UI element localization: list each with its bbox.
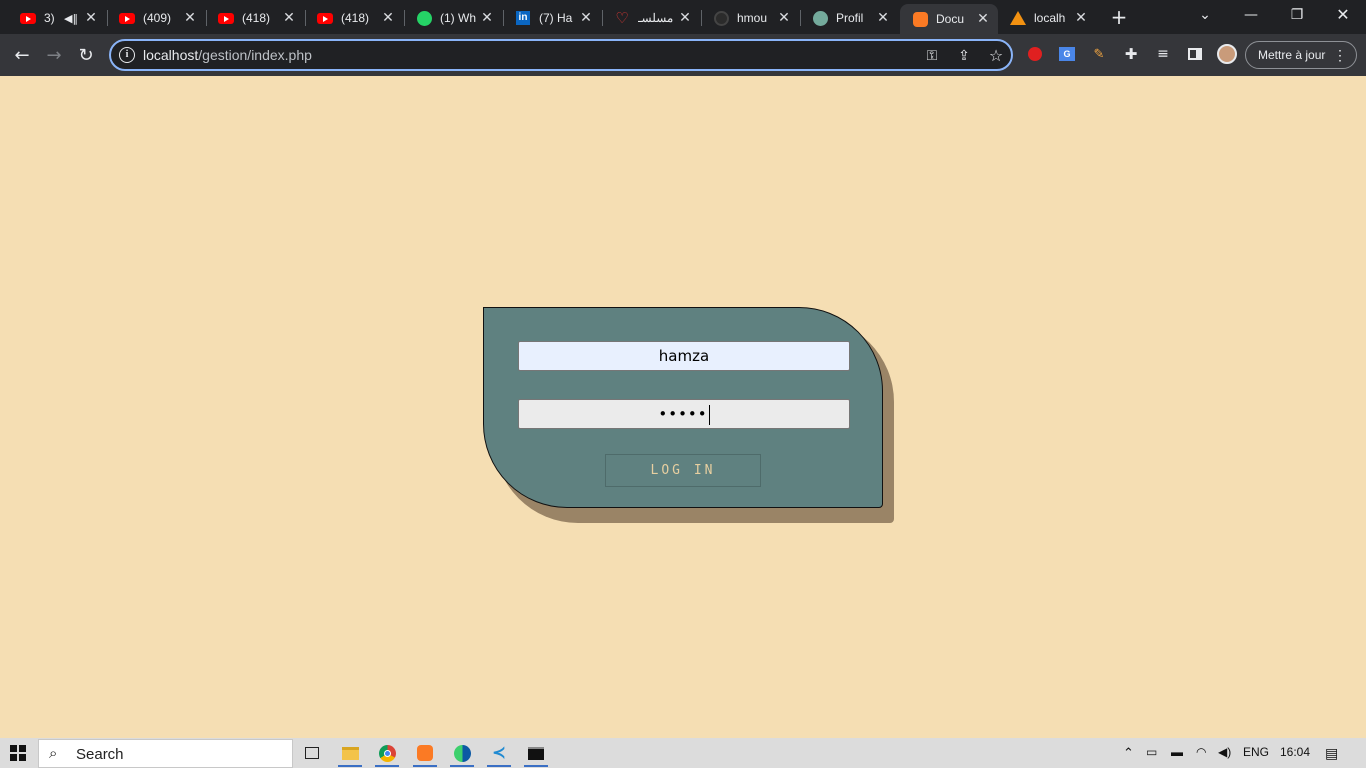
- clock[interactable]: 16:04: [1280, 745, 1310, 759]
- vscode-icon[interactable]: ≺: [489, 743, 509, 763]
- browser-tab[interactable]: (418) ✕: [305, 4, 403, 32]
- file-explorer-icon[interactable]: [340, 743, 360, 763]
- phpmyadmin-icon: [1010, 10, 1026, 26]
- edge-icon[interactable]: [452, 743, 472, 763]
- close-tab-icon[interactable]: ✕: [282, 11, 296, 25]
- youtube-icon: [218, 10, 234, 26]
- meet-icon[interactable]: ▭: [1146, 745, 1157, 759]
- extensions-puzzle-icon[interactable]: ✚: [1121, 44, 1141, 64]
- bookmark-star-icon[interactable]: ☆: [987, 47, 1005, 65]
- taskbar-active-indicator: [450, 765, 474, 767]
- windows-taskbar: ⌕ Search ≺ ⌃ ▭ ▬ ◠ ◀︎) ENG 16:04 ▤: [0, 738, 1366, 768]
- site-info-icon[interactable]: i: [119, 47, 135, 63]
- close-tab-icon[interactable]: ✕: [183, 11, 197, 25]
- page-content: hamza ••••• LOG IN: [0, 76, 1366, 738]
- browser-toolbar: ← → ↻ i localhost/gestion/index.php ⚿ ⇪ …: [0, 34, 1366, 76]
- browser-tab[interactable]: Profil ✕: [800, 4, 898, 32]
- address-bar[interactable]: i localhost/gestion/index.php ⚿ ⇪ ☆: [109, 39, 1013, 71]
- notifications-icon[interactable]: ▤: [1325, 745, 1338, 762]
- browser-tab-active[interactable]: Docu ✕: [900, 4, 998, 34]
- close-tab-icon[interactable]: ✕: [876, 11, 890, 25]
- heart-icon: ♡: [615, 9, 629, 27]
- username-input[interactable]: hamza: [518, 341, 850, 371]
- tab-strip: 3) ◀︎‖ ✕ (409) ✕ (418) ✕ (418) ✕ (1) Wh …: [0, 0, 1366, 34]
- browser-tab[interactable]: ♡ مسلسـ ✕: [602, 4, 700, 32]
- youtube-icon: [119, 10, 135, 26]
- password-input[interactable]: •••••: [518, 399, 850, 429]
- browser-tab[interactable]: (1) Wh ✕: [404, 4, 502, 32]
- key-icon[interactable]: ⚿: [923, 47, 941, 65]
- minimize-button[interactable]: —: [1236, 4, 1266, 26]
- github-icon: [713, 10, 729, 26]
- ad-blocker-extension-icon[interactable]: [1025, 44, 1045, 64]
- browser-tab[interactable]: 3) ◀︎‖ ✕: [8, 4, 106, 32]
- whatsapp-icon: [416, 10, 432, 26]
- tab-search-icon[interactable]: ⌄: [1190, 4, 1220, 26]
- close-tab-icon[interactable]: ✕: [480, 11, 494, 25]
- close-tab-icon[interactable]: ✕: [678, 11, 692, 25]
- show-hidden-icons-icon[interactable]: ⌃: [1123, 745, 1134, 761]
- close-window-button[interactable]: ✕: [1328, 4, 1358, 26]
- browser-tab[interactable]: (409) ✕: [107, 4, 205, 32]
- chatgpt-icon: [812, 10, 828, 26]
- browser-tab[interactable]: in (7) Ha ✕: [503, 4, 601, 32]
- new-tab-button[interactable]: +: [1108, 6, 1130, 28]
- forward-arrow-icon[interactable]: →: [41, 42, 67, 68]
- muted-speaker-icon[interactable]: ◀︎‖: [64, 12, 78, 25]
- close-tab-icon[interactable]: ✕: [84, 11, 98, 25]
- url-text[interactable]: localhost/gestion/index.php: [143, 47, 312, 63]
- taskbar-active-indicator: [375, 765, 399, 767]
- close-tab-icon[interactable]: ✕: [381, 11, 395, 25]
- login-card: hamza ••••• LOG IN: [483, 307, 883, 508]
- xampp-icon: [912, 11, 928, 27]
- battery-icon[interactable]: ▬: [1171, 745, 1183, 759]
- chrome-icon[interactable]: [377, 743, 397, 763]
- share-icon[interactable]: ⇪: [955, 47, 973, 65]
- restore-button[interactable]: ❐: [1282, 4, 1312, 26]
- close-tab-icon[interactable]: ✕: [1074, 11, 1088, 25]
- youtube-icon: [20, 10, 36, 26]
- language-indicator[interactable]: ENG: [1243, 745, 1269, 759]
- side-panel-icon[interactable]: [1185, 44, 1205, 64]
- terminal-icon[interactable]: [526, 743, 546, 763]
- login-button[interactable]: LOG IN: [605, 454, 761, 487]
- taskbar-search-box[interactable]: ⌕ Search: [38, 739, 293, 768]
- media-control-icon[interactable]: ≡: [1153, 44, 1173, 64]
- xampp-icon[interactable]: [415, 743, 435, 763]
- browser-tab[interactable]: (418) ✕: [206, 4, 304, 32]
- task-view-icon[interactable]: [302, 743, 322, 763]
- wifi-icon[interactable]: ◠: [1196, 745, 1206, 759]
- color-picker-extension-icon[interactable]: ✎: [1089, 44, 1109, 64]
- profile-avatar[interactable]: [1217, 44, 1237, 64]
- taskbar-active-indicator: [413, 765, 437, 767]
- close-tab-icon[interactable]: ✕: [579, 11, 593, 25]
- taskbar-active-indicator: [338, 765, 362, 767]
- volume-icon[interactable]: ◀︎): [1218, 745, 1231, 759]
- youtube-icon: [317, 10, 333, 26]
- close-tab-icon[interactable]: ✕: [976, 12, 990, 26]
- update-chrome-button[interactable]: Mettre à jour ⋮: [1245, 41, 1357, 69]
- linkedin-icon: in: [515, 10, 531, 26]
- reload-icon[interactable]: ↻: [73, 42, 99, 68]
- taskbar-active-indicator: [487, 765, 511, 767]
- translate-extension-icon[interactable]: G: [1057, 44, 1077, 64]
- windows-start-icon[interactable]: [10, 745, 26, 761]
- back-arrow-icon[interactable]: ←: [9, 42, 35, 68]
- browser-tab[interactable]: hmou ✕: [701, 4, 799, 32]
- browser-tab[interactable]: localh ✕: [998, 4, 1096, 32]
- text-caret: [708, 404, 710, 425]
- taskbar-active-indicator: [524, 765, 548, 767]
- menu-dots-icon[interactable]: ⋮: [1333, 42, 1347, 68]
- close-tab-icon[interactable]: ✕: [777, 11, 791, 25]
- search-icon: ⌕: [49, 744, 58, 762]
